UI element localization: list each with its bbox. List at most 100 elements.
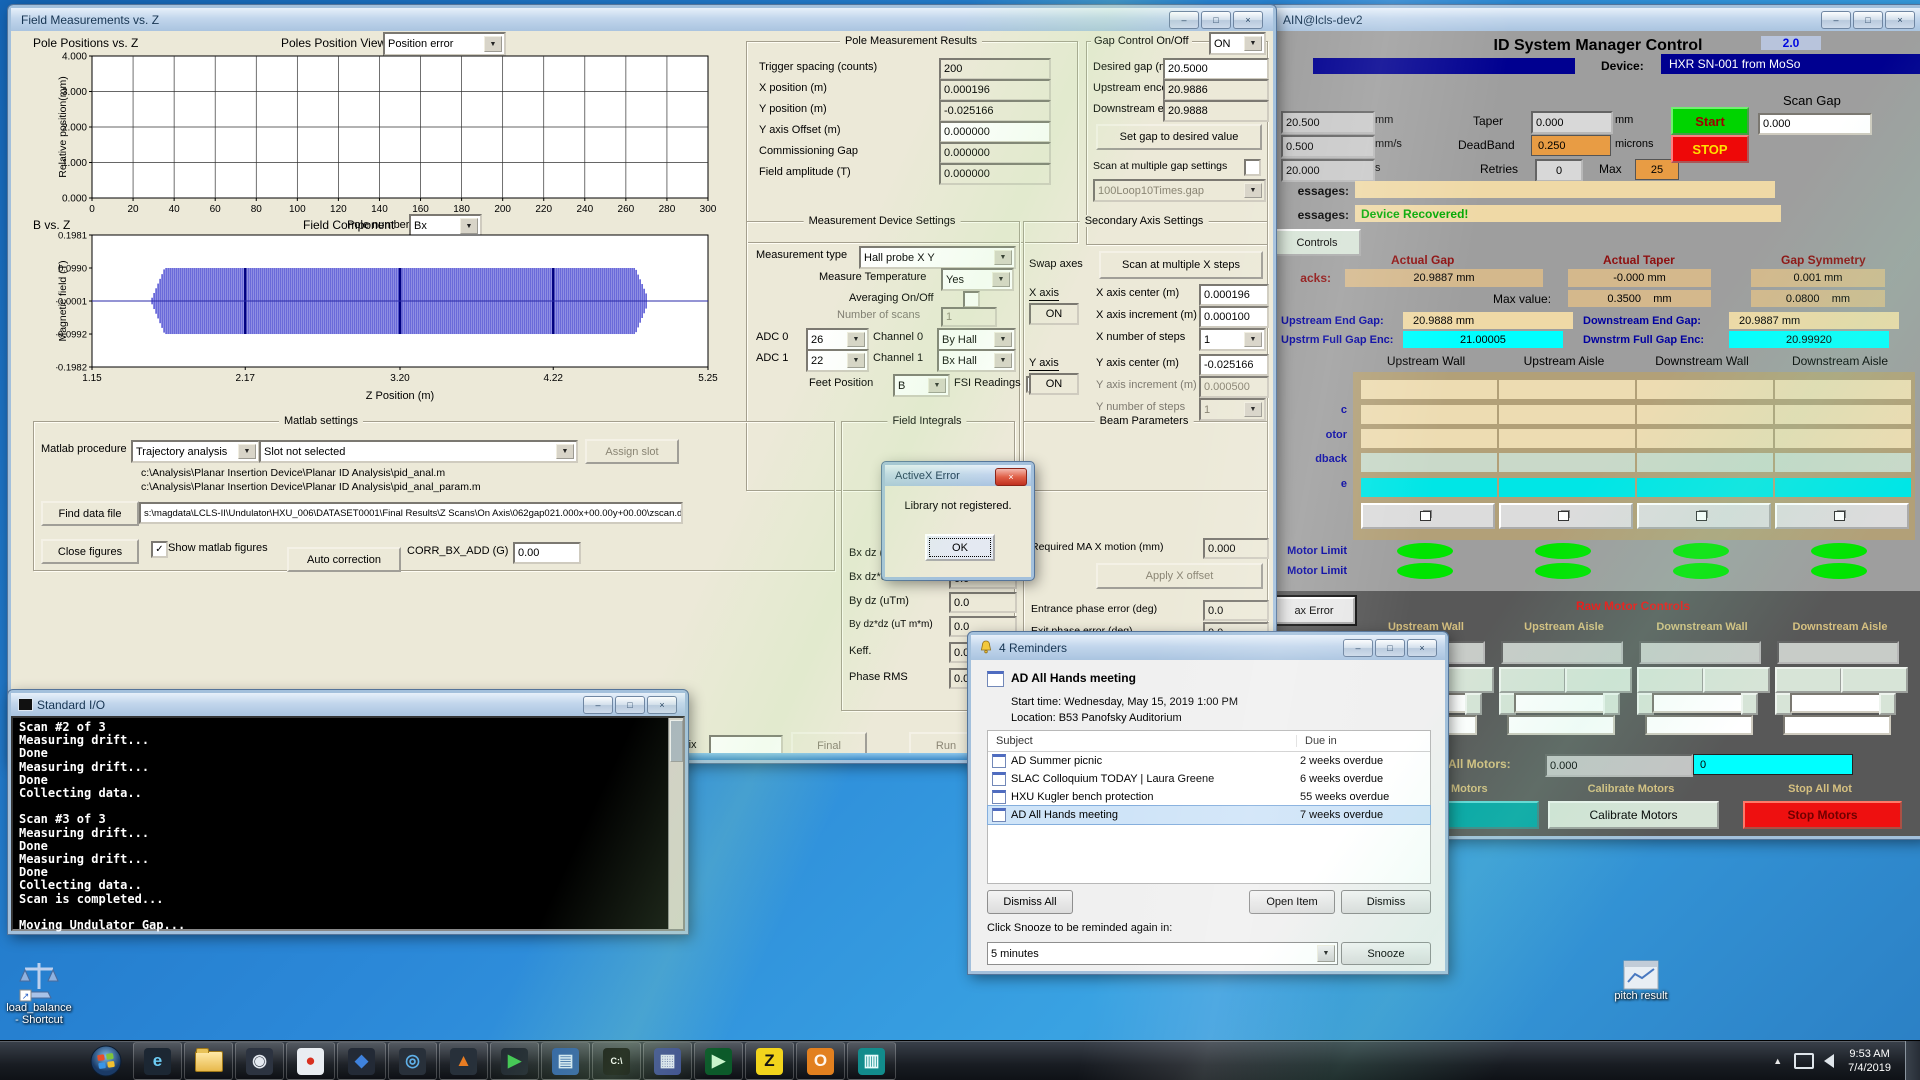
enable-button[interactable] <box>1565 667 1632 693</box>
gap-setpoint-field[interactable]: 20.500 <box>1281 111 1375 134</box>
magnifier-icon[interactable]: ◎ <box>388 1042 437 1080</box>
controls-button[interactable]: Controls <box>1273 229 1361 256</box>
adc1-select[interactable]: 22 ▼ <box>806 349 869 372</box>
retries-field[interactable]: 0 <box>1535 159 1583 182</box>
chevron-down-icon[interactable]: ▼ <box>1244 183 1262 198</box>
maximize-icon[interactable]: □ <box>1201 11 1231 29</box>
desired-gap-field[interactable]: 20.5000 <box>1163 58 1269 80</box>
x-axis-center-field[interactable]: 0.000196 <box>1199 284 1269 306</box>
minimize-icon[interactable]: – <box>1169 11 1199 29</box>
find-data-file-button[interactable]: Find data file <box>41 501 139 526</box>
minimize-icon[interactable]: – <box>583 696 613 714</box>
deadband-field[interactable]: 0.250 <box>1531 135 1611 156</box>
x-axis-increment-field[interactable]: 0.000100 <box>1199 306 1269 328</box>
chevron-down-icon[interactable]: ▼ <box>1244 36 1262 51</box>
go-button[interactable] <box>1637 478 1773 497</box>
scan-multiple-x-button[interactable]: Scan at multiple X steps <box>1099 251 1263 279</box>
stop-button[interactable]: STOP <box>1671 135 1749 163</box>
auto-correction-button[interactable]: Auto correction <box>287 547 401 572</box>
calibrate-motors-button[interactable]: Calibrate Motors <box>1548 801 1719 829</box>
step-size-field[interactable] <box>1652 693 1748 713</box>
maximize-icon[interactable]: □ <box>615 696 645 714</box>
archiver-z-icon[interactable]: Z <box>745 1042 794 1080</box>
chevron-down-icon[interactable]: ▼ <box>1317 945 1335 962</box>
raw-motor-value[interactable] <box>1639 641 1761 664</box>
set-gap-button[interactable]: Set gap to desired value <box>1096 124 1262 150</box>
extra-button[interactable] <box>1637 503 1771 529</box>
corr-bx-add-field[interactable]: 0.00 <box>513 542 581 564</box>
start-button[interactable]: Start <box>1671 107 1749 135</box>
ok-button[interactable]: OK <box>925 534 995 561</box>
chevron-down-icon[interactable]: ▼ <box>994 353 1012 368</box>
gap-file-select[interactable]: 100Loop10Times.gap ▼ <box>1093 179 1266 202</box>
gap-control-state-select[interactable]: ON ▼ <box>1209 32 1266 55</box>
list-item[interactable]: HXU Kugler bench protection 55 weeks ove… <box>988 788 1430 806</box>
disable-button[interactable] <box>1775 667 1842 693</box>
channel1-select[interactable]: Bx Hall ▼ <box>937 349 1016 372</box>
minimize-icon[interactable]: – <box>1343 639 1373 657</box>
timeout-field[interactable]: 20.000 <box>1281 159 1375 182</box>
go-button[interactable] <box>1361 478 1497 497</box>
multi-gap-checkbox[interactable] <box>1244 159 1261 176</box>
speed-limit-field[interactable] <box>1645 715 1753 735</box>
chevron-down-icon[interactable]: ▼ <box>556 444 574 459</box>
chevron-down-icon[interactable]: ▼ <box>847 353 865 368</box>
snooze-select[interactable]: 5 minutes ▼ <box>987 942 1338 965</box>
enable-button[interactable] <box>1841 667 1908 693</box>
step-size-field[interactable] <box>1790 693 1886 713</box>
show-matlab-figures-checkbox[interactable]: ✓ <box>151 541 168 558</box>
measurement-type-select[interactable]: Hall probe X Y ▼ <box>859 246 1016 269</box>
app-document-icon[interactable]: ▤ <box>541 1042 590 1080</box>
maximize-icon[interactable]: □ <box>1853 11 1883 29</box>
x-number-of-steps-select[interactable]: 1 ▼ <box>1199 328 1266 351</box>
spin-right-button[interactable] <box>1741 693 1758 715</box>
tray-expand-icon[interactable]: ▲ <box>1773 1056 1782 1066</box>
spin-right-button[interactable] <box>1465 693 1482 715</box>
disable-button[interactable] <box>1499 667 1566 693</box>
column-subject[interactable]: Subject <box>988 735 1297 747</box>
channel0-select[interactable]: By Hall ▼ <box>937 328 1016 351</box>
close-icon[interactable]: × <box>1233 11 1263 29</box>
media-player-icon[interactable]: ◉ <box>235 1042 284 1080</box>
measure-temperature-select[interactable]: Yes ▼ <box>941 268 1014 291</box>
matlab-icon[interactable]: ▲ <box>439 1042 488 1080</box>
dismiss-button[interactable]: Dismiss <box>1341 890 1431 914</box>
field-window-titlebar[interactable]: Field Measurements vs. Z <box>11 8 1273 32</box>
y-axis-center-field[interactable]: -0.025166 <box>1199 354 1269 376</box>
calculator-icon[interactable]: ▦ <box>643 1042 692 1080</box>
chevron-down-icon[interactable]: ▼ <box>994 250 1012 265</box>
step-size-field[interactable] <box>1514 693 1610 713</box>
chevron-down-icon[interactable]: ▼ <box>992 272 1010 287</box>
disable-button[interactable] <box>1637 667 1704 693</box>
chevron-down-icon[interactable]: ▼ <box>238 444 256 459</box>
start-button[interactable] <box>86 1045 126 1077</box>
slot-select[interactable]: Slot not selected ▼ <box>259 440 578 463</box>
chevron-down-icon[interactable]: ▼ <box>994 332 1012 347</box>
app-diamond-icon[interactable]: ◆ <box>337 1042 386 1080</box>
apply-x-offset-button[interactable]: Apply X offset <box>1096 563 1263 589</box>
spin-right-button[interactable] <box>1879 693 1896 715</box>
close-icon[interactable]: × <box>1407 639 1437 657</box>
x-axis-on-indicator[interactable]: ON <box>1029 303 1079 325</box>
speed-field[interactable]: 0.500 <box>1281 135 1375 158</box>
data-file-path-field[interactable]: s:\magdata\LCLS-II\Undulator\HXU_006\DAT… <box>139 502 683 524</box>
feet-position-select[interactable]: B ▼ <box>893 374 950 397</box>
column-due-in[interactable]: Due in <box>1297 735 1337 747</box>
desktop-icon-load-balance[interactable]: ↗ load_balance - Shortcut <box>4 958 74 1026</box>
scan-gap-field[interactable]: 0.000 <box>1758 113 1872 135</box>
scan-app-icon[interactable]: ▥ <box>847 1042 896 1080</box>
raw-motor-value[interactable] <box>1501 641 1623 664</box>
stop-motors-button[interactable]: Stop Motors <box>1743 801 1902 829</box>
snooze-button[interactable]: Snooze <box>1341 942 1431 965</box>
list-item[interactable]: AD Summer picnic 2 weeks overdue <box>988 752 1430 770</box>
outlook-icon[interactable]: O <box>796 1042 845 1080</box>
maximize-icon[interactable]: □ <box>1375 639 1405 657</box>
chevron-down-icon[interactable]: ▼ <box>928 378 946 393</box>
chevron-down-icon[interactable]: ▼ <box>1244 332 1262 347</box>
assign-slot-button[interactable]: Assign slot <box>585 439 679 464</box>
max-error-button[interactable]: ax Error <box>1273 597 1355 624</box>
volume-icon[interactable] <box>1824 1054 1834 1068</box>
go-button[interactable] <box>1499 478 1635 497</box>
adc0-select[interactable]: 26 ▼ <box>806 328 869 351</box>
console-output[interactable]: Scan #2 of 3 Measuring drift... Done Mea… <box>13 718 683 935</box>
